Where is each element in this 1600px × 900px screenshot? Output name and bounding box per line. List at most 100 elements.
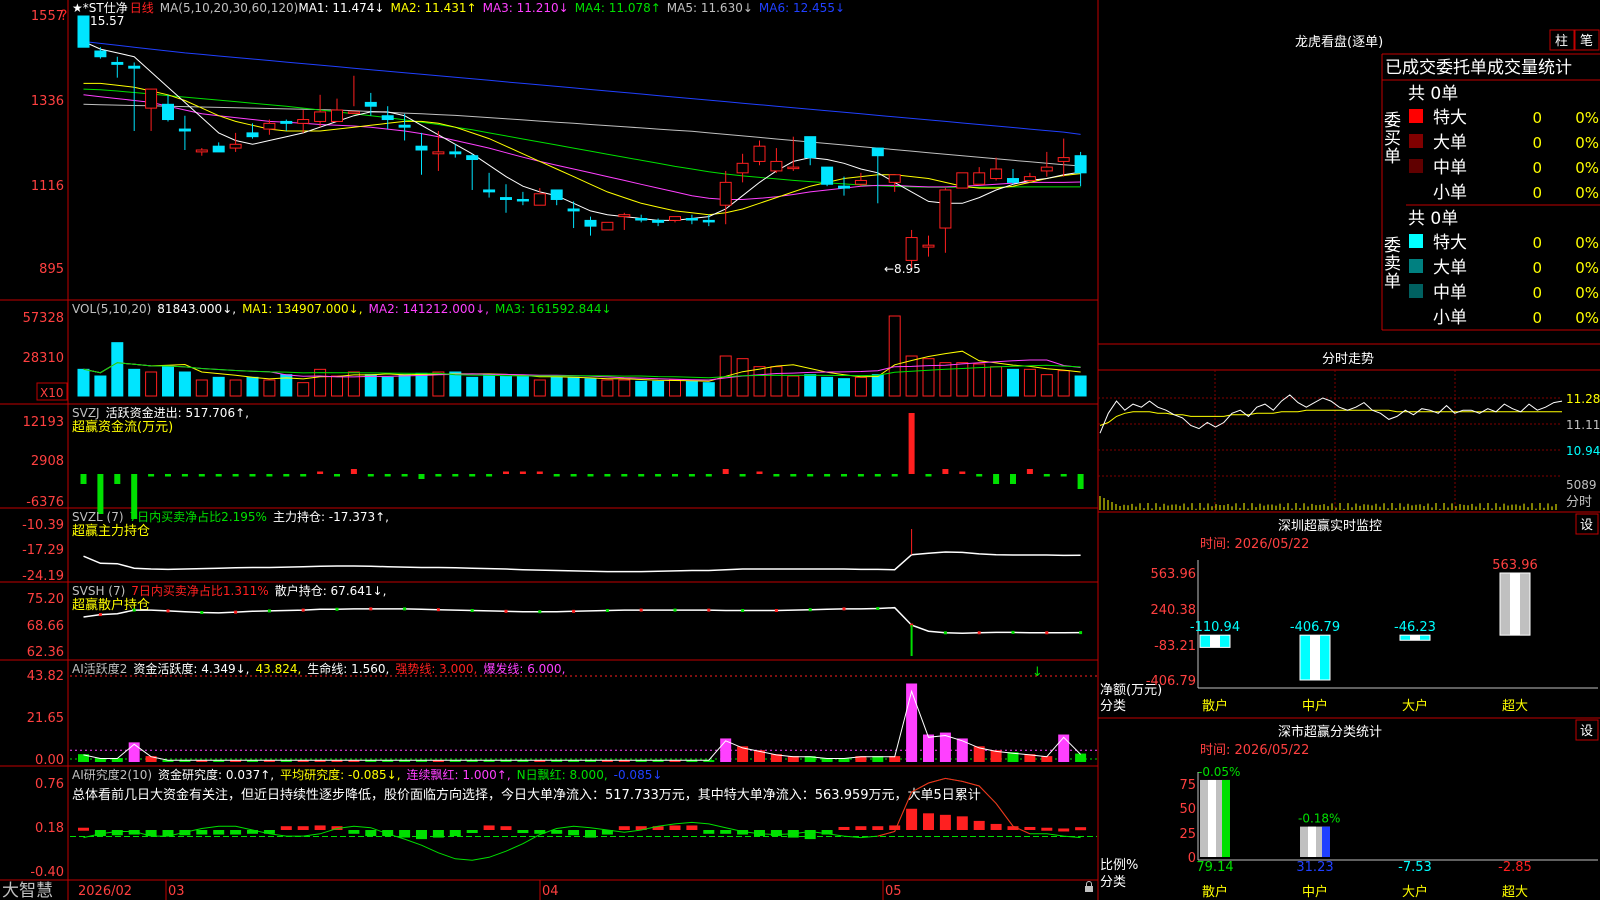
retail-holding-dot — [538, 610, 542, 614]
classify-bar-accent — [1322, 826, 1330, 857]
retail-holding-dot — [470, 609, 474, 613]
volume-bar — [1023, 368, 1036, 397]
research-bar — [1058, 828, 1070, 832]
retail-holding-dot — [741, 609, 745, 613]
candle-body — [162, 103, 174, 121]
date-label: 2026/02 — [78, 884, 132, 899]
candle-body — [77, 15, 90, 48]
candlestick-plot[interactable] — [77, 15, 1087, 268]
legend-item: 连续飘红: 1.000↑, — [407, 767, 511, 782]
research-bar — [280, 826, 292, 830]
candle-body — [500, 197, 512, 200]
monitor-value: -110.94 — [1190, 620, 1240, 635]
research-bar — [399, 830, 411, 838]
brand-logo: 大智慧 — [2, 881, 53, 900]
side-label: 委 — [1384, 236, 1401, 256]
ai-active-legend: AI活跃度2 资金活跃度: 4.349↓, 43.824, 生命线: 1.560, 强势… — [72, 661, 565, 676]
classify-xlabel: 分类 — [1100, 875, 1126, 890]
legend-item: 资金活跃度: 4.349↓, — [133, 661, 249, 676]
volume-bar — [212, 376, 225, 397]
volume-plot[interactable] — [77, 315, 1087, 397]
row-label: 特大 — [1433, 233, 1467, 253]
research-bar — [703, 830, 715, 834]
retail-holding-dot — [301, 608, 305, 612]
legend-item: SVZJ — [72, 406, 100, 420]
legend-item: MA1: 134907.000↓, — [242, 302, 362, 316]
candle-body — [347, 111, 360, 114]
flow-bar — [874, 474, 881, 477]
ai-activity-plot[interactable]: ↓ — [70, 665, 1097, 762]
volume-bar — [584, 378, 597, 397]
legend-item: SVZL (7) — [72, 510, 124, 524]
classify-settings-label: 设 — [1580, 724, 1593, 739]
row-pct: 0% — [1575, 284, 1599, 302]
volume-bar — [314, 368, 327, 397]
candle-body — [381, 115, 394, 121]
research-bar — [618, 826, 630, 830]
legend-item: 平均研究度: -0.085↓, — [280, 767, 400, 782]
candle-body — [618, 214, 631, 218]
stock-terminal-canvas[interactable]: ? ★*ST仕净 日线 MA(5,10,20,30,60,120)MA1: 11.4… — [0, 0, 1600, 900]
ma10-line — [83, 82, 1081, 216]
monitor-tick: -83.21 — [1154, 639, 1196, 654]
main-holding-plot[interactable] — [83, 529, 1081, 573]
volume-bar — [128, 368, 141, 397]
volume-bar — [871, 374, 884, 397]
money-flow-plot[interactable] — [80, 413, 1084, 519]
volume-bar — [1074, 375, 1087, 397]
classify-category: 超大 — [1502, 885, 1528, 900]
intraday-chart[interactable] — [1098, 370, 1563, 512]
legend-item: AI活跃度2 — [72, 661, 127, 676]
classify-bar-chart[interactable]: 75 50 25 0 -0.05% 79.14 散户 -0.18% 31.23 中户 -7.53 大户… — [1179, 765, 1598, 900]
legend-item: SVSH (7) — [72, 584, 125, 598]
candle-body — [871, 147, 884, 157]
research-bar — [517, 830, 529, 834]
volume-bar — [415, 372, 428, 397]
low-note: ←8.95 — [884, 262, 921, 276]
candle-body — [652, 219, 665, 223]
legend-item: 7日内买卖净占比1.311% — [131, 583, 268, 598]
volume-bar — [77, 368, 90, 397]
candle-body — [702, 219, 715, 223]
fenshi-price-tick: 10.94 — [1566, 444, 1600, 458]
flow-bar — [672, 474, 678, 477]
research-bar — [416, 830, 427, 840]
flow-bar — [790, 474, 797, 477]
retail-holding-dot — [1011, 630, 1015, 634]
research-bar — [906, 808, 918, 830]
volume-bar — [905, 355, 918, 397]
candle-body — [280, 120, 293, 124]
volume-bar — [533, 379, 546, 397]
research-bar — [720, 830, 732, 834]
legend-item: 资金研究度: 0.037↑, — [158, 767, 274, 782]
legend-item: 强势线: 3.000, — [395, 662, 477, 676]
flow-bar — [705, 474, 712, 477]
activity-bar — [1058, 734, 1070, 762]
retail-holding-plot[interactable] — [83, 606, 1083, 656]
monitor-category: 散户 — [1202, 698, 1228, 714]
fenshi-price-tick: 11.11 — [1566, 418, 1600, 432]
research-bar — [432, 830, 444, 838]
monitor-bar-chart[interactable]: 563.96 240.38 -83.21 -406.79 -110.94 散户 -406.7… — [1146, 558, 1598, 714]
monitor-title: 深圳超赢实时监控 — [1278, 518, 1382, 534]
retail-holding-dot — [166, 609, 170, 613]
classify-tick: 0 — [1188, 851, 1196, 866]
flow-bar — [1026, 469, 1033, 474]
flow-bar — [841, 474, 847, 477]
vol-axis: 57328 28310 — [23, 311, 64, 366]
volume-bar — [753, 366, 766, 397]
flow-bar — [198, 474, 205, 477]
candle-body — [195, 149, 208, 153]
volume-bar — [550, 376, 563, 397]
flow-bar — [536, 471, 543, 474]
row-label: 中单 — [1433, 283, 1467, 303]
candle-body — [1057, 157, 1070, 162]
lock-icon[interactable] — [1085, 881, 1093, 893]
candle-body — [111, 61, 124, 65]
fenshi-title: 分时走势 — [1322, 351, 1374, 367]
classify-tick: 50 — [1179, 802, 1196, 817]
color-swatch — [1409, 109, 1423, 123]
retail-holding-dot — [673, 608, 677, 612]
volume-bar — [178, 371, 191, 397]
volume-bar — [449, 371, 462, 397]
